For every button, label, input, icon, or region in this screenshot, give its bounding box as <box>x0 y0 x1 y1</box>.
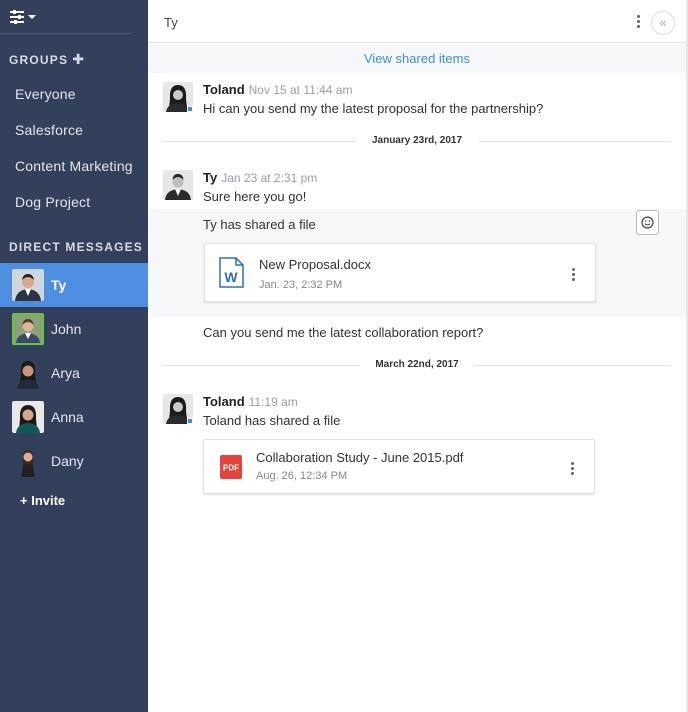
conversation-title: Ty <box>164 15 178 30</box>
message-header: Ty Jan 23 at 2:31 pm <box>203 170 317 185</box>
message-author[interactable]: Toland <box>203 394 245 409</box>
file-options-icon[interactable] <box>571 462 574 477</box>
smiley-icon <box>641 216 654 229</box>
dm-item-arya[interactable]: Arya <box>0 351 148 395</box>
menu-dropdown-button[interactable] <box>10 10 44 28</box>
dm-item-anna[interactable]: Anna <box>0 395 148 439</box>
groups-heading-label: GROUPS <box>9 53 69 67</box>
more-options-icon[interactable] <box>637 15 641 29</box>
message-header: Toland 11:19 am <box>203 394 298 409</box>
direct-messages-heading: DIRECT MESSAGES <box>9 240 144 254</box>
online-status-icon <box>187 106 193 112</box>
file-attachment-card[interactable]: W New Proposal.docx Jan. 23, 2:32 PM <box>204 243 596 302</box>
dm-item-ty[interactable]: Ty <box>0 263 148 307</box>
dm-name-arya: Arya <box>51 365 80 381</box>
invite-button[interactable]: + Invite <box>20 493 65 508</box>
pdf-file-icon: PDF <box>220 455 242 479</box>
dm-item-dany[interactable]: Dany <box>0 439 148 483</box>
message-author[interactable]: Ty <box>203 170 217 185</box>
message-text: Sure here you go! <box>203 189 307 204</box>
shared-file-note: Ty has shared a file <box>203 217 316 232</box>
date-separator: March 22nd, 2017 <box>163 358 671 372</box>
date-separator: January 23rd, 2017 <box>163 134 671 148</box>
avatar[interactable] <box>163 394 193 424</box>
file-date: Jan. 23, 2:32 PM <box>259 279 343 291</box>
online-status-icon <box>187 418 193 424</box>
file-name: Collaboration Study - June 2015.pdf <box>256 450 464 465</box>
file-options-icon[interactable] <box>572 268 575 283</box>
sidebar-top <box>0 0 132 34</box>
filter-menu-icon <box>10 10 36 24</box>
svg-text:PDF: PDF <box>223 464 239 473</box>
message-header: Toland Nov 15 at 11:44 am <box>203 82 352 97</box>
avatar <box>12 357 44 389</box>
sidebar: GROUPS ✚ Everyone Salesforce Content Mark… <box>0 0 148 712</box>
groups-heading: GROUPS ✚ <box>0 51 85 68</box>
message-text: Toland has shared a file <box>203 413 341 428</box>
group-item-everyone[interactable]: Everyone <box>15 86 76 102</box>
message-timestamp: 11:19 am <box>248 395 298 409</box>
file-date: Aug. 26, 12:34 PM <box>256 470 348 482</box>
file-attachment-card[interactable]: PDF Collaboration Study - June 2015.pdf … <box>203 439 595 494</box>
dm-name-john: John <box>51 321 82 337</box>
avatar[interactable] <box>163 82 193 112</box>
view-shared-items-link[interactable]: View shared items <box>364 51 470 66</box>
group-item-salesforce[interactable]: Salesforce <box>15 122 83 138</box>
avatar <box>12 269 44 301</box>
avatar[interactable] <box>163 170 193 200</box>
add-group-icon[interactable]: ✚ <box>72 51 85 67</box>
message-timestamp: Nov 15 at 11:44 am <box>248 83 353 97</box>
word-document-icon: W <box>219 257 244 288</box>
message-text: Can you send me the latest collaboration… <box>203 325 484 340</box>
avatar <box>12 401 44 433</box>
dm-name-anna: Anna <box>51 409 84 425</box>
collapse-panel-icon[interactable]: « <box>651 11 675 35</box>
message-timestamp: Jan 23 at 2:31 pm <box>221 171 318 185</box>
file-name: New Proposal.docx <box>259 257 371 272</box>
add-reaction-button[interactable] <box>636 210 659 235</box>
avatar <box>12 313 44 345</box>
chat-header: Ty « <box>148 0 686 43</box>
message-text: Hi can you send my the latest proposal f… <box>203 101 544 116</box>
dm-name-ty: Ty <box>51 277 67 293</box>
avatar <box>12 445 44 477</box>
svg-text:W: W <box>224 269 238 285</box>
group-item-dog-project[interactable]: Dog Project <box>15 194 90 210</box>
group-item-content-marketing[interactable]: Content Marketing <box>15 158 133 174</box>
message-author[interactable]: Toland <box>203 82 245 97</box>
dm-item-john[interactable]: John <box>0 307 148 351</box>
dm-name-dany: Dany <box>51 453 84 469</box>
shared-items-bar: View shared items <box>148 44 686 73</box>
chat-panel: Ty « View shared items Toland Nov 15 at 1… <box>148 0 688 712</box>
